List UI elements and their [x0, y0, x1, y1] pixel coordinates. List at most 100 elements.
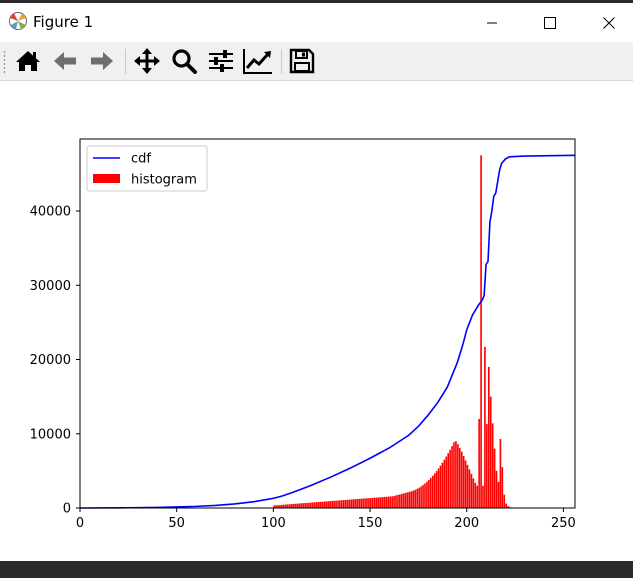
- histogram-bar: [416, 488, 419, 508]
- toolbar-separator: [281, 49, 282, 74]
- histogram-bar: [505, 503, 508, 508]
- histogram-bar: [437, 468, 440, 508]
- toolbar-separator: [125, 49, 126, 74]
- histogram-bar: [308, 502, 310, 508]
- edit-axes-button[interactable]: [242, 45, 274, 77]
- histogram-bar: [296, 503, 299, 508]
- histogram-bar: [368, 498, 370, 508]
- histogram-bar: [460, 451, 463, 508]
- histogram-bar: [478, 418, 480, 508]
- histogram-bar: [373, 497, 376, 508]
- histogram-bar: [400, 493, 403, 508]
- histogram-bar: [348, 499, 351, 508]
- histogram-bar: [339, 500, 341, 508]
- close-icon: [602, 16, 615, 29]
- histogram-bar: [455, 441, 457, 508]
- figure-canvas[interactable]: 0 50 100 150 200 250 0 10000 20000 30000 40000 cd…: [0, 81, 633, 561]
- histogram-bar: [466, 464, 469, 508]
- histogram-bar: [435, 471, 438, 508]
- histogram-bar: [433, 473, 436, 508]
- histogram-bar: [283, 504, 285, 508]
- histogram-bar: [457, 444, 459, 508]
- histogram-bar: [397, 494, 399, 508]
- window-title: Figure 1: [33, 13, 94, 31]
- subplots-button[interactable]: [205, 45, 237, 77]
- histogram-bar: [428, 479, 430, 508]
- histogram-bar: [449, 449, 451, 508]
- histogram-bar: [375, 497, 378, 508]
- histogram-bar: [304, 503, 306, 508]
- move-icon: [134, 48, 160, 74]
- histogram-bar: [447, 453, 450, 508]
- save-button[interactable]: [286, 45, 318, 77]
- histogram-bar: [420, 486, 422, 508]
- histogram-bar: [352, 499, 355, 508]
- forward-button[interactable]: [86, 45, 118, 77]
- home-button[interactable]: [12, 45, 44, 77]
- histogram-bar: [453, 442, 455, 508]
- histogram-bar: [393, 495, 395, 508]
- x-tick-label: 100: [261, 516, 286, 531]
- histogram-bar: [487, 366, 490, 508]
- minimize-button[interactable]: [469, 3, 514, 42]
- histogram-bar: [476, 485, 479, 508]
- histogram-bar: [404, 492, 407, 508]
- histogram-bar: [354, 499, 357, 508]
- matplotlib-icon: [8, 11, 28, 31]
- histogram-bar: [472, 478, 475, 508]
- zoom-button[interactable]: [168, 45, 200, 77]
- histogram-bar: [484, 346, 486, 508]
- histogram-bar: [414, 489, 417, 508]
- histogram-bar: [424, 483, 426, 508]
- histogram-bar: [371, 497, 374, 508]
- histogram-bar: [406, 492, 409, 508]
- magnifier-icon: [172, 49, 197, 74]
- taskbar-strip: [0, 561, 633, 578]
- histogram-bar: [441, 462, 444, 508]
- y-tick-label: 10000: [30, 427, 71, 442]
- histogram-bar: [335, 500, 337, 508]
- histogram-bar: [350, 499, 353, 508]
- close-button[interactable]: [586, 3, 631, 42]
- histogram-bar: [358, 498, 361, 508]
- histogram-bar: [439, 465, 442, 508]
- histogram-bar: [389, 496, 392, 508]
- histogram-bar: [391, 496, 393, 508]
- histogram-bar: [331, 500, 333, 508]
- minimize-icon: [486, 22, 497, 23]
- arrow-right-icon: [91, 52, 113, 70]
- histogram-bar: [383, 496, 386, 508]
- histogram-bar: [346, 499, 349, 508]
- histogram-bar: [313, 502, 316, 508]
- histogram-bar: [395, 495, 397, 508]
- back-button[interactable]: [49, 45, 81, 77]
- histogram-bar: [315, 502, 318, 508]
- x-tick-label: 0: [76, 516, 84, 531]
- histogram-bar: [325, 501, 328, 508]
- histogram-bar: [317, 501, 320, 508]
- histogram-bar: [381, 497, 384, 508]
- toolbar-grip[interactable]: [3, 50, 6, 74]
- maximize-button[interactable]: [527, 3, 572, 42]
- histogram-bar: [493, 448, 496, 508]
- line-chart-icon: [243, 49, 272, 74]
- histogram-bar: [286, 504, 289, 508]
- navigation-toolbar: [0, 42, 633, 81]
- pan-button[interactable]: [131, 45, 163, 77]
- histogram-bars: [273, 155, 517, 508]
- histogram-bar: [491, 423, 494, 508]
- histogram-bar: [489, 396, 492, 508]
- histogram-bar: [302, 503, 304, 508]
- histogram-bar: [418, 487, 421, 508]
- histogram-bar: [443, 459, 446, 508]
- histogram-bar: [298, 503, 301, 508]
- histogram-bar: [480, 155, 482, 508]
- legend-histogram-swatch: [93, 174, 120, 183]
- histogram-bar: [429, 477, 432, 508]
- histogram-bar: [501, 467, 504, 508]
- histogram-bar: [445, 456, 448, 508]
- y-tick-label: 20000: [30, 353, 71, 368]
- histogram-bar: [451, 446, 453, 508]
- legend-label-cdf: cdf: [131, 152, 151, 167]
- y-tick-label: 30000: [30, 279, 71, 294]
